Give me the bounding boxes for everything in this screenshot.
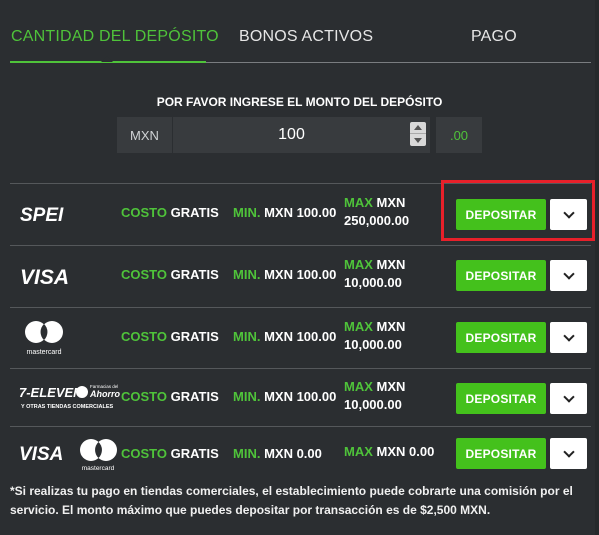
- chevron-down-icon: [562, 329, 575, 342]
- cost-label: COSTO: [121, 329, 167, 344]
- max-label: MAX: [344, 257, 373, 272]
- cost-label: COSTO: [121, 205, 167, 220]
- method-row-7-eleven: 7-ELEVEN Farmacias del Ahorro Y OTRAS TI…: [10, 368, 591, 430]
- cost-value: GRATIS: [170, 329, 219, 344]
- min-label: MIN.: [233, 329, 261, 344]
- visa-logo-icon: VISA: [20, 266, 69, 289]
- stepper-up-icon[interactable]: [410, 122, 426, 134]
- cost-label: COSTO: [121, 267, 167, 282]
- min-label: MIN.: [233, 389, 261, 404]
- cost-info: COSTO GRATIS: [121, 267, 219, 282]
- min-value: MXN 0.00: [264, 446, 322, 461]
- min-info: MIN. MXN 100.00: [233, 205, 336, 220]
- tab-active-bonuses[interactable]: BONOS ACTIVOS: [239, 28, 373, 46]
- min-value: MXN 100.00: [264, 205, 337, 220]
- max-label: MAX: [344, 444, 373, 459]
- max-label: MAX: [344, 379, 373, 394]
- footnote: *Si realizas tu pago en tiendas comercia…: [10, 484, 573, 517]
- expand-button[interactable]: [550, 322, 587, 353]
- chevron-down-icon: [562, 267, 575, 280]
- tab-caret-icon: [101, 56, 113, 62]
- max-label: MAX: [344, 319, 373, 334]
- deposit-button[interactable]: DEPOSITAR: [456, 322, 546, 353]
- expand-button[interactable]: [550, 383, 587, 414]
- svg-text:mastercard: mastercard: [26, 349, 61, 356]
- deposit-button[interactable]: DEPOSITAR: [456, 383, 546, 414]
- cost-value: GRATIS: [170, 446, 219, 461]
- chevron-down-icon: [562, 445, 575, 458]
- min-info: MIN. MXN 100.00: [233, 389, 336, 404]
- mastercard-logo-icon: mastercard: [25, 321, 63, 356]
- 7-eleven-ahorro-logo-icon: 7-ELEVEN Farmacias del Ahorro Y OTRAS TI…: [19, 384, 120, 410]
- max-value-currency: MXN: [376, 195, 406, 210]
- amount-input[interactable]: [173, 117, 430, 153]
- max-value-currency: MXN: [376, 379, 406, 394]
- method-row-visa-mastercard: VISA mastercard COSTO GRATIS MIN. MXN 0.…: [10, 426, 591, 488]
- cost-info: COSTO GRATIS: [121, 389, 219, 404]
- max-value-amount: 10,000.00: [344, 397, 402, 412]
- tab-payment[interactable]: PAGO: [471, 28, 517, 46]
- amount-decimals: .00: [436, 117, 482, 153]
- tab-bar: CANTIDAD DEL DEPÓSITO BONOS ACTIVOS PAGO: [0, 0, 599, 63]
- svg-text:7-ELEVEN: 7-ELEVEN: [19, 385, 83, 400]
- min-info: MIN. MXN 100.00: [233, 329, 336, 344]
- max-label: MAX: [344, 195, 373, 210]
- deposit-button[interactable]: DEPOSITAR: [456, 260, 546, 291]
- scrollbar[interactable]: [595, 0, 599, 535]
- amount-stepper[interactable]: [410, 122, 426, 146]
- svg-text:VISA: VISA: [19, 444, 63, 465]
- spei-logo-icon: SPEI: [20, 205, 69, 226]
- method-row-mastercard: mastercard COSTO GRATIS MIN. MXN 100.00 …: [10, 307, 591, 369]
- svg-text:SPEI: SPEI: [20, 205, 64, 226]
- min-label: MIN.: [233, 446, 261, 461]
- max-info: MAX MXN 10,000.00: [344, 318, 405, 354]
- min-info: MIN. MXN 100.00: [233, 267, 336, 282]
- max-value-amount: 10,000.00: [344, 337, 402, 352]
- expand-button[interactable]: [550, 438, 587, 469]
- min-label: MIN.: [233, 205, 261, 220]
- max-value-amount: 10,000.00: [344, 275, 402, 290]
- cost-info: COSTO GRATIS: [121, 446, 219, 461]
- cost-value: GRATIS: [170, 205, 219, 220]
- deposit-prompt: POR FAVOR INGRESE EL MONTO DEL DEPÓSITO: [156, 95, 443, 109]
- cost-label: COSTO: [121, 446, 167, 461]
- cost-value: GRATIS: [170, 267, 219, 282]
- tab-deposit-amount[interactable]: CANTIDAD DEL DEPÓSITO: [11, 28, 219, 46]
- stepper-down-icon[interactable]: [410, 134, 426, 146]
- max-info: MAX MXN 10,000.00: [344, 378, 405, 414]
- max-value-currency: MXN: [376, 257, 406, 272]
- cost-label: COSTO: [121, 389, 167, 404]
- max-info: MAX MXN 10,000.00: [344, 256, 405, 292]
- min-label: MIN.: [233, 267, 261, 282]
- svg-text:Y OTRAS TIENDAS COMERCIALES: Y OTRAS TIENDAS COMERCIALES: [21, 404, 114, 410]
- max-value-currency: MXN: [376, 319, 406, 334]
- max-info: MAX MXN 250,000.00: [344, 194, 409, 230]
- max-value-amount: 250,000.00: [344, 213, 410, 228]
- cost-info: COSTO GRATIS: [121, 329, 219, 344]
- min-value: MXN 100.00: [264, 267, 337, 282]
- currency-label: MXN: [117, 117, 172, 153]
- svg-text:VISA: VISA: [20, 266, 69, 289]
- expand-button[interactable]: [550, 260, 587, 291]
- cost-value: GRATIS: [170, 389, 219, 404]
- deposit-button[interactable]: DEPOSITAR: [456, 438, 546, 469]
- min-value: MXN 100.00: [264, 389, 337, 404]
- svg-text:mastercard: mastercard: [82, 465, 115, 472]
- visa-mastercard-logo-icon: VISA mastercard: [19, 439, 117, 472]
- min-value: MXN 100.00: [264, 329, 337, 344]
- chevron-down-icon: [562, 390, 575, 403]
- max-info: MAX MXN 0.00: [344, 443, 434, 461]
- highlight-box: [441, 180, 595, 241]
- method-row-visa: VISA COSTO GRATIS MIN. MXN 100.00 MAX MX…: [10, 245, 591, 307]
- max-value-currency: MXN 0.00: [376, 444, 435, 459]
- svg-text:Ahorro: Ahorro: [89, 389, 120, 399]
- min-info: MIN. MXN 0.00: [233, 446, 322, 461]
- cost-info: COSTO GRATIS: [121, 205, 219, 220]
